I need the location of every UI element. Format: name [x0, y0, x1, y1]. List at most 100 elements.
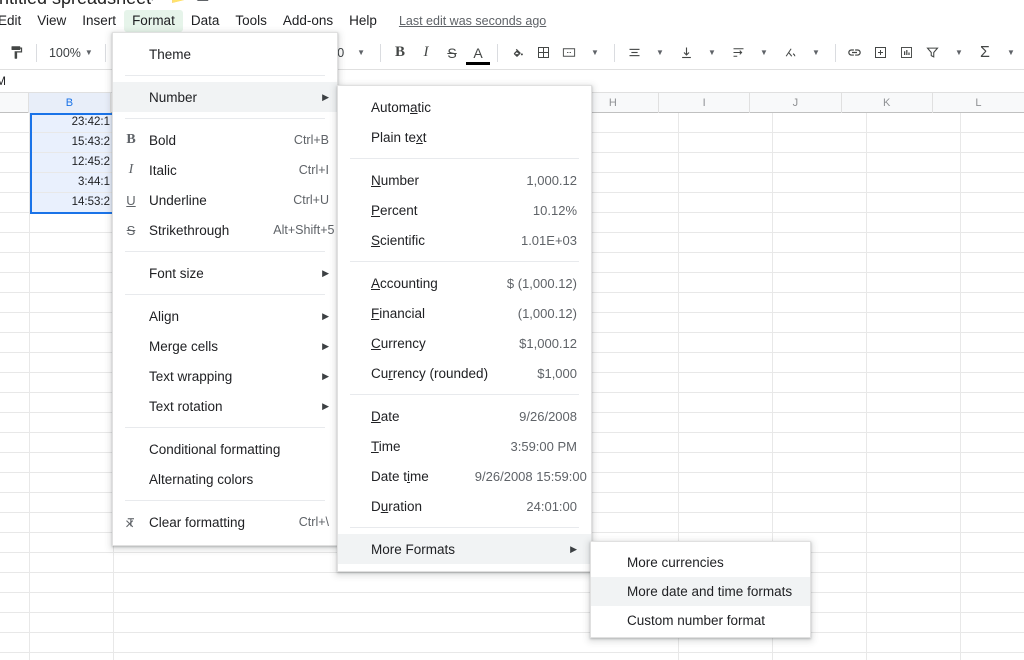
cell-j1[interactable]	[773, 113, 867, 132]
insert-chart-icon[interactable]	[894, 40, 920, 66]
cell-i12[interactable]	[679, 333, 773, 352]
cell-h4[interactable]	[585, 173, 679, 192]
menu-item-font-size[interactable]: Font size ▶	[113, 258, 337, 288]
cell-h5[interactable]	[585, 193, 679, 212]
cell-l7[interactable]	[961, 233, 1024, 252]
row-gutter-cell[interactable]	[0, 593, 30, 612]
cell-k19[interactable]	[867, 473, 961, 492]
row-gutter-cell[interactable]	[0, 173, 30, 192]
cell-l19[interactable]	[961, 473, 1024, 492]
table-row[interactable]	[0, 613, 1024, 633]
cell-l21[interactable]	[961, 513, 1024, 532]
cell-b26[interactable]	[30, 613, 114, 632]
menu-item-more-currencies[interactable]: More currencies	[591, 548, 810, 577]
cell-j28[interactable]	[773, 653, 867, 660]
cell-k5[interactable]	[867, 193, 961, 212]
cell-l15[interactable]	[961, 393, 1024, 412]
format-menu-panel[interactable]: Theme Number ▶ B Bold Ctrl+B I Italic Ct…	[112, 32, 338, 546]
cell-l9[interactable]	[961, 273, 1024, 292]
row-gutter-cell[interactable]	[0, 613, 30, 632]
menu-item-text-rotation[interactable]: Text rotation ▶	[113, 391, 337, 421]
horizontal-align-icon[interactable]	[621, 40, 647, 66]
cell-k16[interactable]	[867, 413, 961, 432]
cell-i7[interactable]	[679, 233, 773, 252]
cell-l28[interactable]	[961, 653, 1024, 660]
italic-button[interactable]: I	[413, 40, 439, 66]
cell-k26[interactable]	[867, 613, 961, 632]
cell-i1[interactable]	[679, 113, 773, 132]
menu-item-bold[interactable]: B Bold Ctrl+B	[113, 125, 337, 155]
row-gutter-cell[interactable]	[0, 213, 30, 232]
menu-item-merge-cells[interactable]: Merge cells ▶	[113, 331, 337, 361]
cell-j17[interactable]	[773, 433, 867, 452]
row-gutter-cell[interactable]	[0, 373, 30, 392]
cell-b28[interactable]	[30, 653, 114, 660]
menu-addons[interactable]: Add-ons	[275, 10, 341, 32]
text-wrapping-icon[interactable]	[725, 40, 751, 66]
row-gutter-cell[interactable]	[0, 493, 30, 512]
cell-k4[interactable]	[867, 173, 961, 192]
row-gutter-cell[interactable]	[0, 253, 30, 272]
cloud-status-icon[interactable]: ☁	[196, 0, 209, 5]
cell-l1[interactable]	[961, 113, 1024, 132]
cell-i6[interactable]	[679, 213, 773, 232]
cell-k10[interactable]	[867, 293, 961, 312]
menu-item-number[interactable]: Number ▶	[113, 82, 337, 112]
cell-b8[interactable]	[30, 253, 114, 272]
row-gutter-cell[interactable]	[0, 513, 30, 532]
column-header-j[interactable]: J	[750, 93, 842, 113]
cell-i11[interactable]	[679, 313, 773, 332]
cell-i3[interactable]	[679, 153, 773, 172]
row-gutter-cell[interactable]	[0, 233, 30, 252]
cell-l5[interactable]	[961, 193, 1024, 212]
cell-i16[interactable]	[679, 413, 773, 432]
cell-h6[interactable]	[585, 213, 679, 232]
horizontal-align-chevron-icon[interactable]: ▼	[647, 40, 673, 66]
cell-h19[interactable]	[585, 473, 679, 492]
row-gutter-cell[interactable]	[0, 313, 30, 332]
cell-k17[interactable]	[867, 433, 961, 452]
cell-i19[interactable]	[679, 473, 773, 492]
cell-l22[interactable]	[961, 533, 1024, 552]
cell-b20[interactable]	[30, 493, 114, 512]
cell-b9[interactable]	[30, 273, 114, 292]
cell-b21[interactable]	[30, 513, 114, 532]
cell-l25[interactable]	[961, 593, 1024, 612]
cell-i4[interactable]	[679, 173, 773, 192]
cell-j15[interactable]	[773, 393, 867, 412]
cell-i9[interactable]	[679, 273, 773, 292]
cell-j11[interactable]	[773, 313, 867, 332]
cell-k1[interactable]	[867, 113, 961, 132]
cell-h11[interactable]	[585, 313, 679, 332]
cell-b1[interactable]: 23:42:1	[30, 113, 114, 132]
functions-chevron-icon[interactable]: ▼	[998, 40, 1024, 66]
text-color-button[interactable]: A	[465, 40, 491, 66]
cell-j8[interactable]	[773, 253, 867, 272]
row-gutter-cell[interactable]	[0, 453, 30, 472]
cell-b7[interactable]	[30, 233, 114, 252]
menu-item-scientific-format[interactable]: Scientific 1.01E+03	[338, 225, 591, 255]
menu-insert[interactable]: Insert	[74, 10, 124, 32]
cell-h28[interactable]	[585, 653, 679, 660]
cell-l2[interactable]	[961, 133, 1024, 152]
cell-l11[interactable]	[961, 313, 1024, 332]
cell-l20[interactable]	[961, 493, 1024, 512]
cell-b22[interactable]	[30, 533, 114, 552]
menu-item-time-format[interactable]: Time 3:59:00 PM	[338, 431, 591, 461]
cell-h12[interactable]	[585, 333, 679, 352]
menu-item-alternating-colors[interactable]: Alternating colors	[113, 464, 337, 494]
menu-tools[interactable]: Tools	[227, 10, 275, 32]
cell-k13[interactable]	[867, 353, 961, 372]
cell-k21[interactable]	[867, 513, 961, 532]
insert-link-icon[interactable]	[842, 40, 868, 66]
cell-h10[interactable]	[585, 293, 679, 312]
cell-l17[interactable]	[961, 433, 1024, 452]
cell-h7[interactable]	[585, 233, 679, 252]
cell-l23[interactable]	[961, 553, 1024, 572]
cell-h20[interactable]	[585, 493, 679, 512]
menu-item-accounting-format[interactable]: Accounting $ (1,000.12)	[338, 268, 591, 298]
cell-i20[interactable]	[679, 493, 773, 512]
text-rotation-icon[interactable]	[777, 40, 803, 66]
menu-item-duration-format[interactable]: Duration 24:01:00	[338, 491, 591, 521]
cell-i21[interactable]	[679, 513, 773, 532]
